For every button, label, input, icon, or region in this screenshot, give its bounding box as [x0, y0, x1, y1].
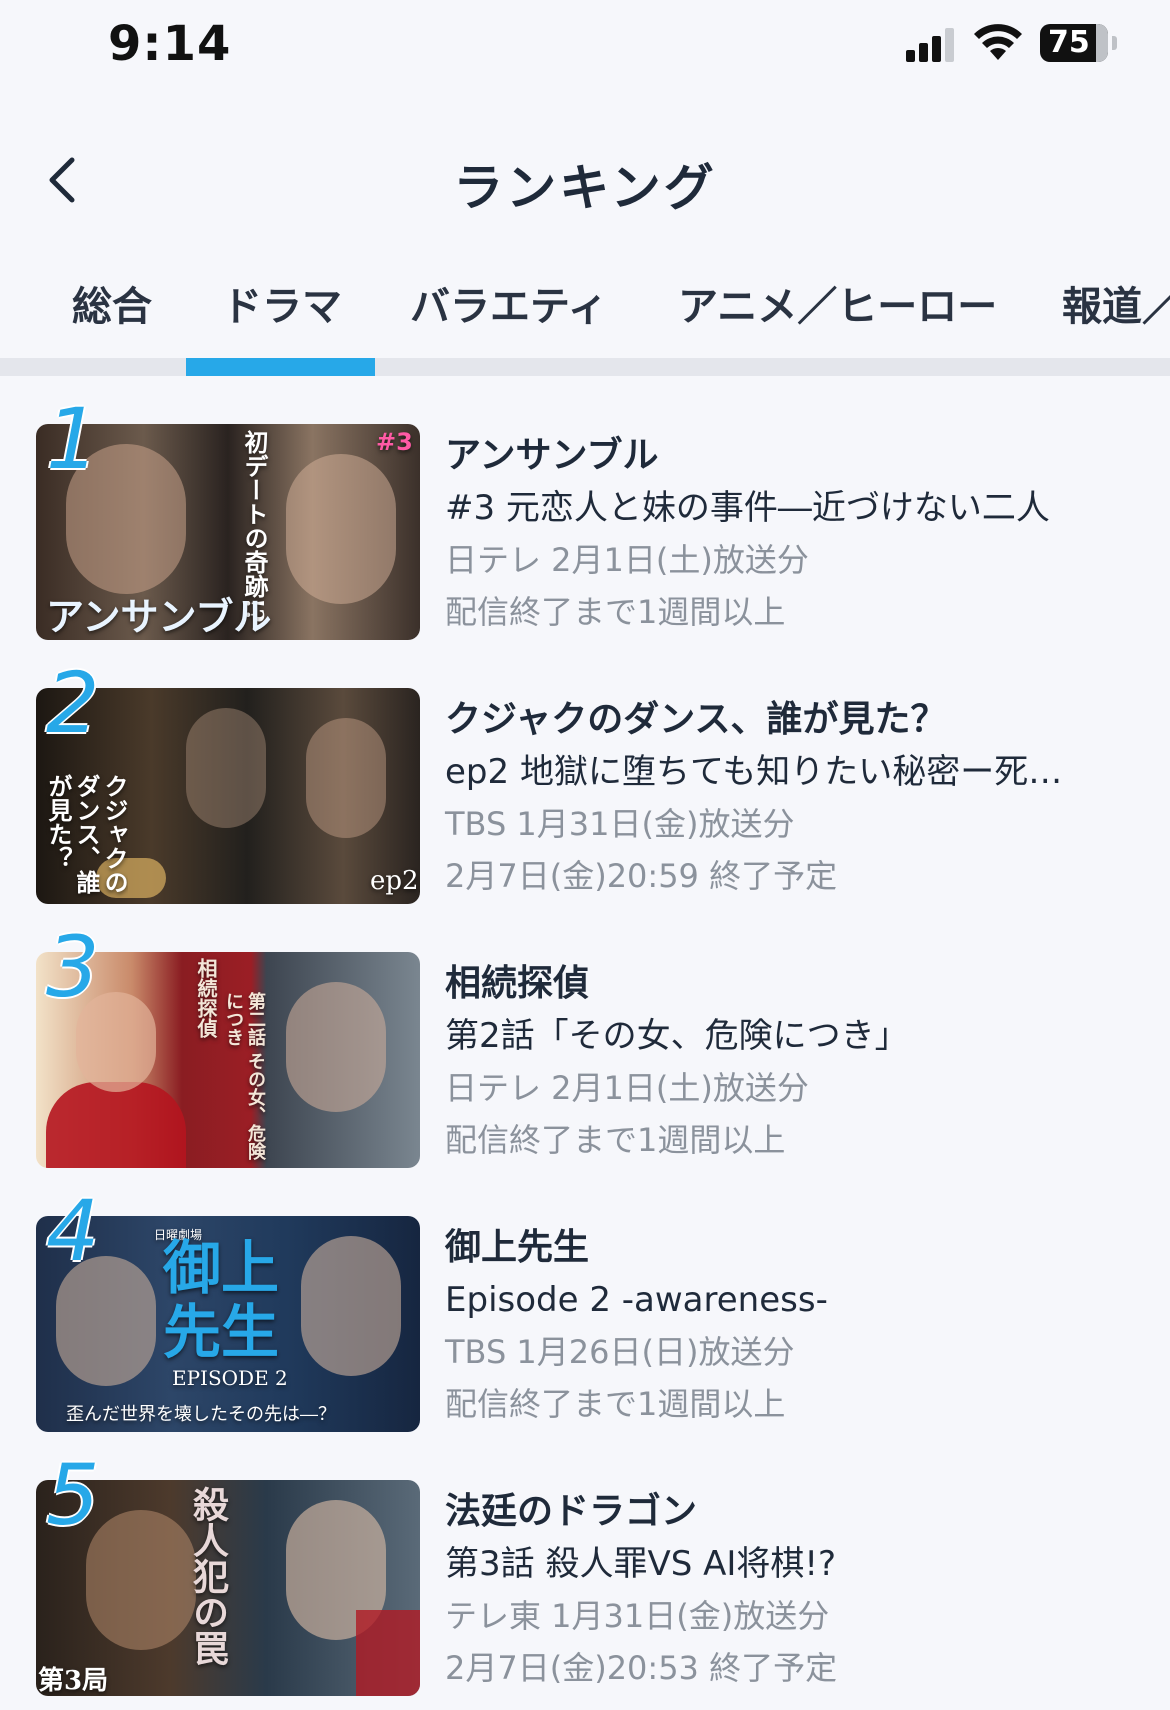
- tab-news[interactable]: 報道／: [1062, 274, 1170, 332]
- program-title: 御上先生: [445, 1227, 590, 1268]
- episode-title: #3 元恋人と妹の事件―近づけない二人: [445, 488, 1050, 528]
- tab-active-indicator: [186, 358, 375, 376]
- rank-number: 3: [46, 918, 100, 1016]
- broadcast-info: 日テレ 2月1日(土)放送分: [445, 541, 809, 579]
- episode-title: 第3話 殺人罪VS AI将棋!?: [445, 1544, 837, 1584]
- battery-icon: 75: [1040, 24, 1108, 62]
- episode-title: ep2 地獄に堕ちても知りたい秘密ー死…: [445, 752, 1063, 792]
- status-time: 9:14: [108, 16, 232, 72]
- thumb-caption: 歪んだ世界を壊したその先は―？: [66, 1404, 336, 1425]
- ranking-item[interactable]: クジャクのダンス、誰が見た？ ep2 2 クジャクのダンス、誰が見た？ ep2 …: [0, 654, 1170, 918]
- thumb-logo-text: 御上先生: [162, 1234, 279, 1366]
- page-title: ランキング: [453, 159, 717, 217]
- tab-variety[interactable]: バラエティ: [410, 274, 608, 332]
- thumb-episode-tag: ep2: [370, 866, 419, 896]
- broadcast-info: TBS 1月31日(金)放送分: [445, 805, 795, 843]
- item-info: 法廷のドラゴン 第3話 殺人罪VS AI将棋!? テレ東 1月31日(金)放送分…: [445, 1486, 1145, 1694]
- program-title: クジャクのダンス、誰が見た？: [445, 699, 947, 740]
- header: ランキング: [0, 120, 1170, 240]
- program-title: 相続探偵: [445, 963, 590, 1004]
- rank-number: 1: [46, 390, 100, 488]
- episode-title: Episode 2 -awareness-: [445, 1280, 828, 1320]
- broadcast-info: TBS 1月26日(日)放送分: [445, 1333, 795, 1371]
- tab-overall[interactable]: 総合: [72, 274, 152, 332]
- rank-number: 2: [46, 654, 100, 752]
- item-info: クジャクのダンス、誰が見た？ ep2 地獄に堕ちても知りたい秘密ー死… TBS …: [445, 694, 1145, 902]
- thumb-logo-text: アンサンブル: [46, 594, 272, 639]
- rank-number: 4: [46, 1182, 100, 1280]
- program-title: アンサンブル: [445, 435, 659, 476]
- thumb-logo-text: 相続探偵: [194, 958, 218, 1038]
- episode-title: 第2話「その女、危険につき」: [445, 1016, 909, 1056]
- ranking-item[interactable]: 日曜劇場 御上先生 EPISODE 2 歪んだ世界を壊したその先は―？ 4 御上…: [0, 1182, 1170, 1446]
- ranking-item[interactable]: 相続探偵 第二話 その女、危険につき 3 相続探偵 第2話「その女、危険につき」…: [0, 918, 1170, 1182]
- thumb-episode-tag: EPISODE 2: [172, 1366, 288, 1390]
- program-title: 法廷のドラゴン: [445, 1491, 698, 1532]
- wifi-icon: [974, 24, 1022, 60]
- tab-anime-hero[interactable]: アニメ／ヒーロー: [678, 274, 997, 332]
- thumb-episode-tag: 第3局: [38, 1666, 109, 1696]
- rank-number: 5: [46, 1446, 100, 1544]
- broadcast-info: テレ東 1月31日(金)放送分: [445, 1597, 830, 1635]
- tab-drama[interactable]: ドラマ: [222, 274, 342, 332]
- item-info: 御上先生 Episode 2 -awareness- TBS 1月26日(日)放…: [445, 1222, 1145, 1430]
- thumb-episode-tag: #3: [376, 428, 413, 456]
- thumb-caption: 第二話 その女、危険につき: [223, 992, 266, 1161]
- status-bar: 9:14 75: [0, 0, 1170, 95]
- signal-icon: [906, 28, 958, 62]
- item-info: 相続探偵 第2話「その女、危険につき」 日テレ 2月1日(土)放送分 配信終了ま…: [445, 958, 1145, 1166]
- availability-info: 配信終了まで1週間以上: [445, 1121, 786, 1159]
- availability-info: 2月7日(金)20:53 終了予定: [445, 1649, 838, 1687]
- thumb-logo-text: 殺人犯の罠: [187, 1486, 229, 1666]
- availability-info: 配信終了まで1週間以上: [445, 1385, 786, 1423]
- ranking-item[interactable]: 殺人犯の罠 第3局 5 法廷のドラゴン 第3話 殺人罪VS AI将棋!? テレ東…: [0, 1446, 1170, 1710]
- availability-info: 配信終了まで1週間以上: [445, 593, 786, 631]
- thumb-logo-text: クジャクのダンス、誰が見た？: [44, 774, 128, 894]
- item-info: アンサンブル #3 元恋人と妹の事件―近づけない二人 日テレ 2月1日(土)放送…: [445, 430, 1145, 638]
- ranking-item[interactable]: 初デートの奇跡!? アンサンブル #3 1 アンサンブル #3 元恋人と妹の事件…: [0, 390, 1170, 654]
- broadcast-info: 日テレ 2月1日(土)放送分: [445, 1069, 809, 1107]
- tab-bar-track: [0, 358, 1170, 376]
- availability-info: 2月7日(金)20:59 終了予定: [445, 857, 838, 895]
- battery-level: 75: [1048, 25, 1090, 60]
